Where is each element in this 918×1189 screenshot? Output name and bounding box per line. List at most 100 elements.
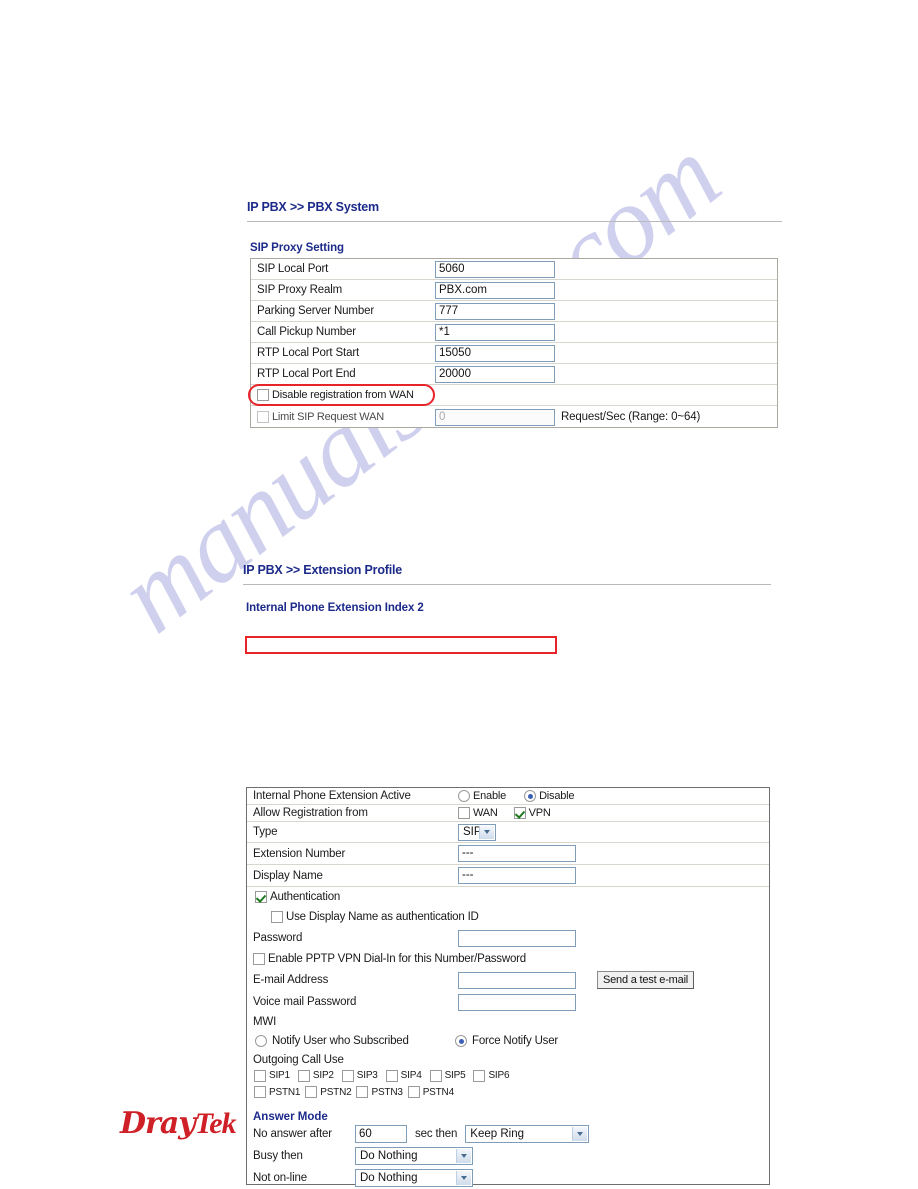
table-row: Outgoing Call Use [247, 1051, 769, 1068]
extension-number-input[interactable]: --- [458, 845, 576, 862]
table-row: PSTN1 PSTN2 PSTN3 PSTN4 [247, 1083, 769, 1101]
extension-active-disable-radio[interactable] [524, 790, 537, 802]
type-select[interactable]: SIP [458, 823, 496, 841]
pstn3-checkbox[interactable] [356, 1086, 369, 1098]
table-row: Display Name --- [247, 865, 769, 887]
breadcrumb-pbx-system: IP PBX >> PBX System [247, 200, 379, 214]
sip-proxy-realm-input[interactable]: PBX.com [435, 281, 555, 299]
pstn2-checkbox[interactable] [305, 1086, 318, 1098]
table-row: No answer after 60 sec then Keep Ring [247, 1123, 769, 1145]
email-input[interactable] [458, 971, 576, 989]
no-answer-after-input[interactable]: 60 [355, 1125, 407, 1143]
call-pickup-number-input[interactable]: *1 [435, 323, 555, 341]
no-answer-action-value: Keep Ring [470, 1128, 524, 1140]
breadcrumb-extension-profile: IP PBX >> Extension Profile [243, 563, 403, 577]
busy-then-action-value: Do Nothing [360, 1150, 418, 1162]
extension-profile-section: IP PBX >> Extension Profile [243, 563, 771, 585]
pptp-label: Enable PPTP VPN Dial-In for this Number/… [268, 953, 526, 965]
not-online-action-value: Do Nothing [360, 1172, 418, 1184]
sip6-label: SIP6 [488, 1070, 510, 1081]
no-answer-after-label: No answer after [253, 1128, 332, 1140]
row-label: RTP Local Port End [257, 368, 356, 380]
extension-active-disable-label: Disable [539, 790, 575, 802]
mwi-notify-subscribed-radio[interactable] [255, 1035, 267, 1047]
send-test-email-button[interactable]: Send a test e-mail [597, 971, 695, 989]
busy-then-action-select[interactable]: Do Nothing [355, 1147, 473, 1165]
draytek-logo: DrayTek [120, 1106, 237, 1141]
answer-mode-heading: Answer Mode [253, 1111, 328, 1123]
authentication-checkbox[interactable] [255, 891, 267, 903]
mwi-force-notify-row[interactable]: Force Notify User [455, 1035, 558, 1047]
extension-number-label: Extension Number [253, 847, 346, 860]
not-online-action-select[interactable]: Do Nothing [355, 1169, 473, 1187]
table-row: SIP1 SIP2 SIP3 SIP4 SIP5 SIP6 [247, 1068, 769, 1083]
allow-registration-vpn-checkbox[interactable] [513, 807, 526, 819]
disable-registration-from-wan-row[interactable]: Disable registration from WAN [251, 389, 557, 401]
type-label: Type [253, 826, 278, 838]
use-display-name-checkbox[interactable] [271, 911, 283, 923]
mwi-notify-subscribed-row[interactable]: Notify User who Subscribed [247, 1035, 455, 1047]
outgoing-pstn-checkbox-group: PSTN1 PSTN2 PSTN3 PSTN4 [247, 1086, 454, 1098]
table-row: Disable registration from WAN [251, 385, 777, 406]
allow-registration-wan-checkbox[interactable] [458, 807, 470, 819]
sip-proxy-setting-title: SIP Proxy Setting [250, 242, 344, 254]
sip3-checkbox[interactable] [341, 1069, 354, 1082]
limit-sip-request-wan-row[interactable]: Limit SIP Request WAN [251, 411, 435, 423]
logo-tek: Tek [194, 1107, 237, 1140]
table-row: Limit SIP Request WAN 0 Request/Sec (Ran… [251, 406, 777, 428]
rtp-local-port-end-input[interactable]: 20000 [435, 365, 555, 383]
pbx-system-section: IP PBX >> PBX System [247, 200, 782, 222]
use-display-name-row[interactable]: Use Display Name as authentication ID [247, 911, 479, 923]
limit-sip-request-input[interactable]: 0 [435, 408, 555, 426]
table-row: SIP Local Port 5060 [251, 259, 777, 280]
parking-server-number-input[interactable]: 777 [435, 302, 555, 320]
limit-sip-request-checkbox[interactable] [257, 411, 269, 423]
sip-local-port-input[interactable]: 5060 [435, 260, 555, 278]
table-row: E-mail Address Send a test e-mail [247, 969, 769, 991]
password-input[interactable] [458, 929, 576, 947]
busy-then-label: Busy then [253, 1150, 303, 1162]
display-name-input[interactable]: --- [458, 867, 576, 884]
sip6-checkbox[interactable] [473, 1069, 486, 1082]
sec-then-label: sec then [415, 1128, 458, 1140]
email-label: E-mail Address [253, 974, 329, 986]
mwi-notify-subscribed-label: Notify User who Subscribed [272, 1035, 409, 1047]
pstn1-label: PSTN1 [269, 1086, 301, 1098]
pptp-checkbox[interactable] [253, 953, 265, 965]
sip5-checkbox[interactable] [429, 1069, 442, 1082]
table-row: Allow Registration from WAN VPN [247, 805, 769, 822]
extension-active-enable-radio[interactable] [458, 790, 470, 802]
mwi-label: MWI [253, 1016, 277, 1028]
password-label: Password [253, 932, 303, 944]
pstn4-checkbox[interactable] [407, 1086, 420, 1098]
authentication-row[interactable]: Authentication [247, 891, 340, 903]
allow-registration-label: Allow Registration from [253, 807, 368, 819]
sip2-checkbox[interactable] [297, 1069, 310, 1082]
mwi-force-notify-radio[interactable] [455, 1035, 467, 1047]
sip1-label: SIP1 [269, 1070, 290, 1081]
table-row: Type SIP [247, 822, 769, 843]
pptp-row[interactable]: Enable PPTP VPN Dial-In for this Number/… [247, 953, 526, 965]
outgoing-call-use-label: Outgoing Call Use [253, 1053, 344, 1066]
rtp-local-port-start-input[interactable]: 15050 [435, 344, 555, 362]
no-answer-action-select[interactable]: Keep Ring [465, 1125, 590, 1143]
chevron-down-icon [456, 1171, 471, 1185]
chevron-down-icon [479, 825, 494, 839]
allow-registration-wan-label: WAN [473, 807, 498, 819]
table-row: Authentication [247, 887, 769, 907]
pstn1-checkbox[interactable] [254, 1086, 266, 1098]
sip4-checkbox[interactable] [385, 1069, 398, 1082]
logo-dray: Dray [120, 1106, 196, 1141]
table-row: Not on-line Do Nothing [247, 1167, 769, 1189]
sip1-checkbox[interactable] [254, 1069, 266, 1082]
sip4-label: SIP4 [400, 1070, 422, 1081]
table-row: RTP Local Port Start 15050 [251, 343, 777, 364]
table-row: MWI [247, 1013, 769, 1031]
voicemail-password-input[interactable] [458, 993, 576, 1011]
disable-registration-checkbox[interactable] [257, 389, 269, 401]
authentication-label: Authentication [270, 891, 341, 903]
sip-proxy-setting-table: SIP Local Port 5060 SIP Proxy Realm PBX.… [250, 258, 778, 428]
allow-registration-vpn-label: VPN [528, 807, 551, 819]
not-online-label: Not on-line [253, 1172, 307, 1184]
limit-sip-request-suffix: Request/Sec (Range: 0~64) [561, 411, 701, 423]
